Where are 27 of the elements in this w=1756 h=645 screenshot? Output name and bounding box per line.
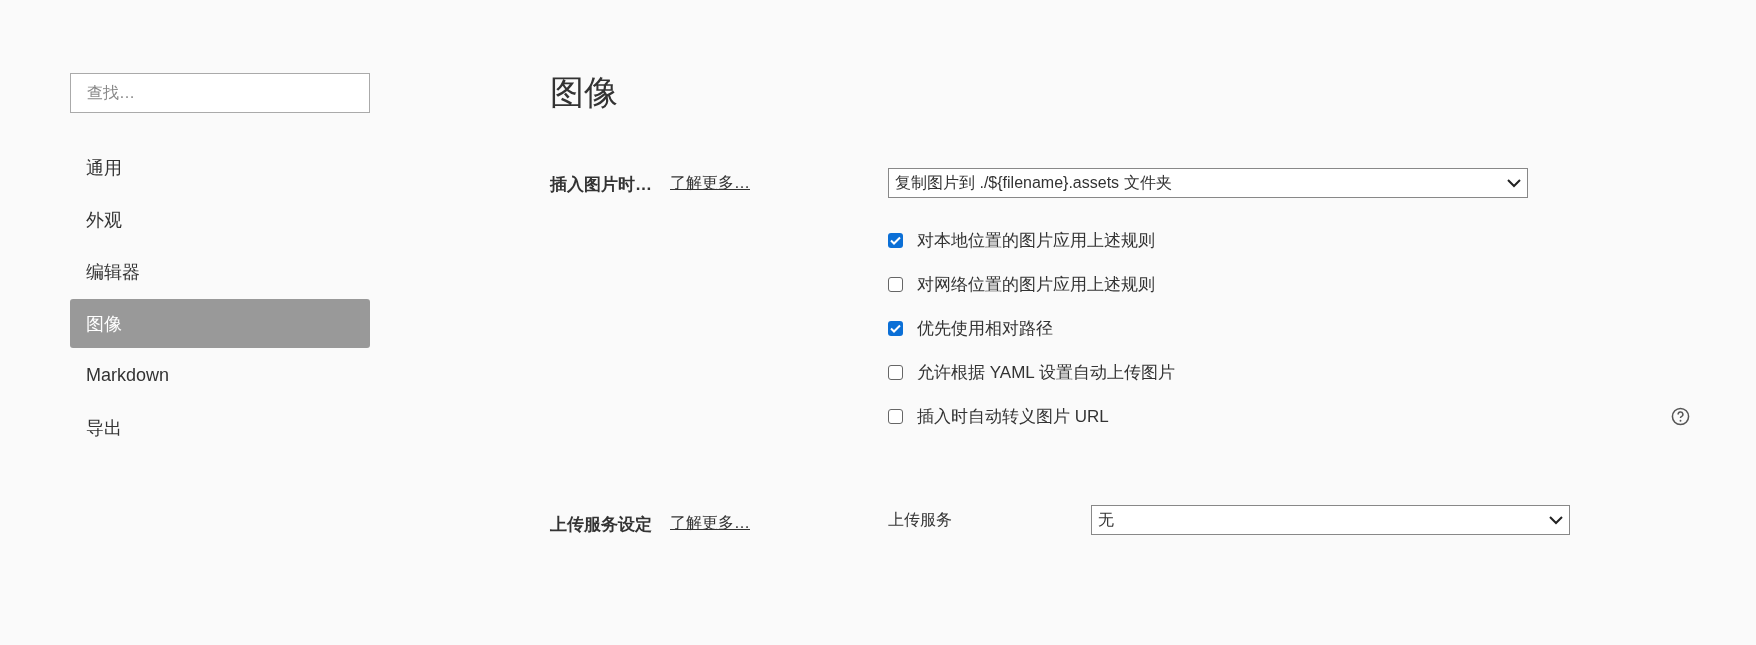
checkbox[interactable] (888, 276, 903, 292)
checkbox-label: 优先使用相对路径 (917, 317, 1054, 340)
checkbox[interactable] (888, 364, 903, 380)
sidebar-item[interactable]: 通用 (70, 143, 370, 192)
search-field[interactable]: 查找… (70, 73, 370, 113)
learn-more-link[interactable]: 了解更多… (670, 513, 750, 534)
sidebar-item[interactable]: Markdown (70, 351, 370, 400)
checkbox[interactable] (888, 320, 903, 336)
sidebar-item[interactable]: 外观 (70, 195, 370, 244)
page-title: 图像 (550, 72, 619, 113)
section-label: 插入图片时… (550, 174, 652, 196)
dropdown[interactable]: 复制图片到 ./${filename}.assets 文件夹 (888, 168, 1528, 198)
dropdown[interactable]: 无 (1091, 505, 1570, 535)
checkbox[interactable] (888, 408, 903, 424)
checkbox-label: 允许根据 YAML 设置自动上传图片 (917, 361, 1176, 384)
sidebar-item[interactable]: 编辑器 (70, 247, 370, 296)
learn-more-link[interactable]: 了解更多… (670, 173, 750, 194)
chevron-down-icon (1549, 515, 1563, 525)
help-icon[interactable] (1671, 406, 1690, 426)
sidebar-item[interactable]: 导出 (70, 403, 370, 452)
checkbox[interactable] (888, 232, 903, 248)
field-label: 上传服务 (888, 509, 953, 530)
section-label: 上传服务设定 (550, 514, 652, 536)
checkbox-label: 对本地位置的图片应用上述规则 (917, 229, 1156, 252)
checkbox-label: 插入时自动转义图片 URL (917, 405, 1110, 428)
checkbox-label: 对网络位置的图片应用上述规则 (917, 273, 1156, 296)
chevron-down-icon (1507, 178, 1521, 188)
